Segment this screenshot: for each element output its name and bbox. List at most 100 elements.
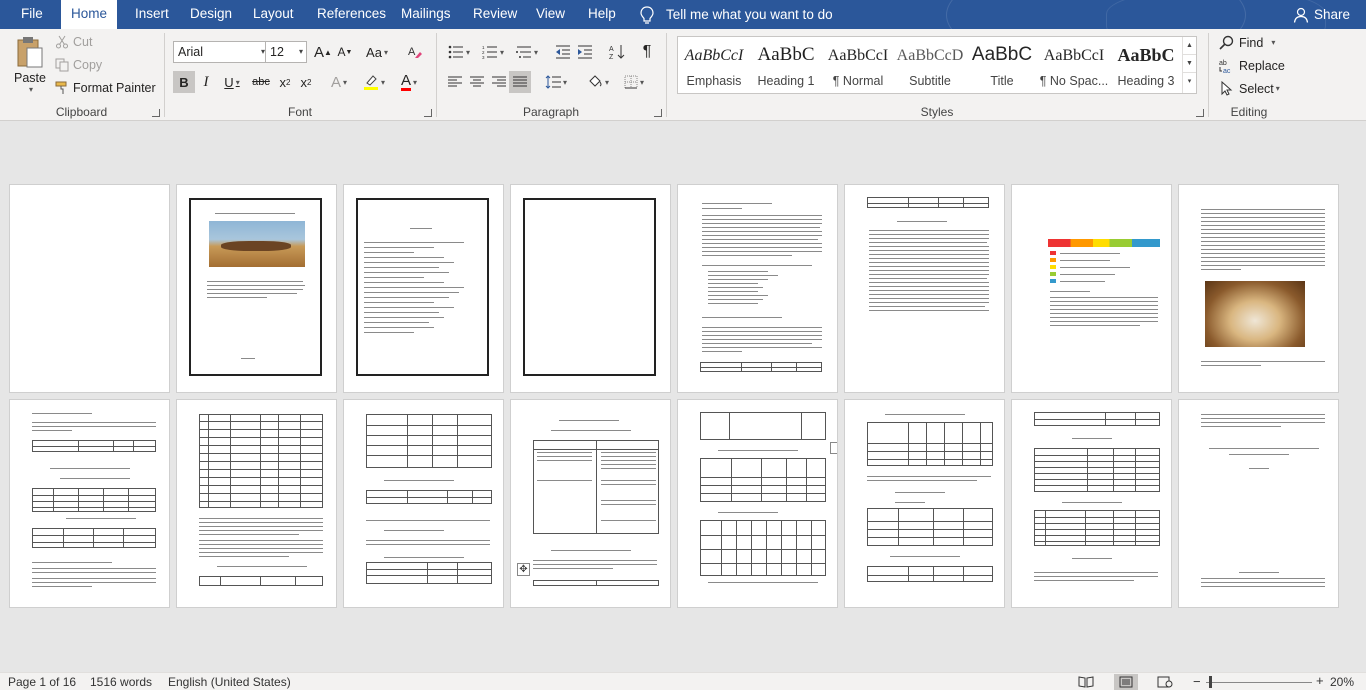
find-button[interactable]: Find ▾ — [1219, 35, 1275, 50]
page-count[interactable]: Page 1 of 16 — [8, 675, 76, 689]
tab-layout[interactable]: Layout — [251, 0, 296, 29]
page-thumbnail[interactable] — [177, 400, 336, 607]
tab-help[interactable]: Help — [586, 0, 618, 29]
zoom-out-button[interactable]: − — [1193, 674, 1201, 689]
style-no-spacing[interactable]: AaBbCcI ¶ No Spac... — [1038, 37, 1110, 93]
grow-font-icon: A — [314, 43, 325, 61]
justify-button[interactable] — [509, 71, 531, 93]
tab-home[interactable]: Home — [61, 0, 117, 29]
paste-button[interactable]: Paste ▾ — [12, 35, 48, 99]
strikethrough-button[interactable]: abc — [249, 71, 273, 93]
line-spacing-button[interactable]: ▾ — [541, 71, 571, 93]
page-thumbnail[interactable] — [845, 185, 1004, 392]
print-layout-button[interactable] — [1114, 674, 1138, 690]
text-effects-button[interactable]: A ▾ — [325, 71, 353, 93]
tab-references[interactable]: References — [315, 0, 388, 29]
status-bar: Page 1 of 16 1516 words English (United … — [0, 672, 1366, 690]
tab-insert[interactable]: Insert — [133, 0, 171, 29]
increase-indent-button[interactable] — [575, 41, 595, 63]
subscript-button[interactable]: x2 — [275, 71, 295, 93]
show-formatting-marks-button[interactable]: ¶ — [637, 41, 657, 63]
styles-dialog-launcher[interactable] — [1196, 109, 1204, 117]
text-line — [890, 556, 960, 557]
font-name-combo[interactable]: Arial ▾ — [173, 41, 269, 63]
page-thumbnail[interactable] — [1012, 185, 1171, 392]
bold-button[interactable]: B — [173, 71, 195, 93]
page-thumbnail[interactable] — [177, 185, 336, 392]
cut-button[interactable]: Cut — [55, 35, 92, 49]
superscript-button[interactable]: x2 — [296, 71, 316, 93]
numbering-button[interactable]: 1 2 3 ▾ — [479, 41, 507, 63]
styles-more-button[interactable]: ▾ — [1183, 73, 1196, 91]
paragraph-dialog-launcher[interactable] — [654, 109, 662, 117]
zoom-slider[interactable] — [1206, 682, 1312, 683]
document-area[interactable]: ✥ — [0, 122, 1366, 672]
decrease-indent-button[interactable] — [553, 41, 573, 63]
change-case-button[interactable]: Aa ▾ — [363, 41, 391, 63]
page-thumbnail[interactable] — [511, 185, 670, 392]
page-thumbnail[interactable] — [344, 400, 503, 607]
clipboard-dialog-launcher[interactable] — [152, 109, 160, 117]
highlight-button[interactable]: ▾ — [360, 71, 388, 93]
shading-button[interactable]: ▾ — [583, 71, 613, 93]
align-left-button[interactable] — [445, 71, 465, 93]
table-move-handle[interactable]: ✥ — [517, 563, 530, 576]
page-thumbnail[interactable]: ✥ — [511, 400, 670, 607]
italic-button[interactable]: I — [195, 71, 217, 93]
font-size-combo[interactable]: 12 ▾ — [265, 41, 307, 63]
page-thumbnail[interactable] — [344, 185, 503, 392]
bullets-button[interactable]: ▾ — [445, 41, 473, 63]
style-heading-3[interactable]: AaBbC Heading 3 — [1110, 37, 1182, 93]
style-subtitle[interactable]: AaBbCcD Subtitle — [894, 37, 966, 93]
page-thumbnail[interactable] — [10, 400, 169, 607]
web-layout-button[interactable] — [1153, 674, 1177, 690]
grow-font-button[interactable]: A ▲ — [313, 41, 333, 63]
page-thumbnail[interactable] — [10, 185, 169, 392]
replace-button[interactable]: ab ac Replace — [1219, 58, 1285, 74]
style-title[interactable]: AaBbC Title — [966, 37, 1038, 93]
table — [700, 520, 826, 576]
word-count[interactable]: 1516 words — [90, 675, 152, 689]
style-emphasis[interactable]: AaBbCcI Emphasis — [678, 37, 750, 93]
tab-review[interactable]: Review — [471, 0, 519, 29]
tell-me-search[interactable]: Tell me what you want to do — [640, 0, 833, 29]
page-thumbnail[interactable] — [845, 400, 1004, 607]
shrink-font-button[interactable]: A ▼ — [335, 41, 355, 63]
page-thumbnail[interactable] — [1179, 185, 1338, 392]
text-line — [537, 452, 592, 453]
style-preview: AaBbCcD — [896, 47, 964, 64]
select-button[interactable]: Select ▾ — [1219, 81, 1280, 96]
styles-scroll-up[interactable]: ▲ — [1183, 37, 1196, 55]
borders-button[interactable]: ▾ — [619, 71, 649, 93]
align-center-button[interactable] — [467, 71, 487, 93]
format-painter-button[interactable]: Format Painter — [55, 81, 156, 95]
page-thumbnail[interactable] — [678, 185, 837, 392]
font-dialog-launcher[interactable] — [424, 109, 432, 117]
page-thumbnail[interactable] — [1179, 400, 1338, 607]
zoom-level[interactable]: 20% — [1330, 675, 1354, 689]
copy-icon — [55, 58, 69, 72]
table-resize-handle[interactable] — [830, 442, 837, 454]
language-indicator[interactable]: English (United States) — [168, 675, 291, 689]
tab-view[interactable]: View — [534, 0, 567, 29]
text-line — [537, 460, 592, 461]
tab-design[interactable]: Design — [188, 0, 234, 29]
page-thumbnail[interactable] — [678, 400, 837, 607]
read-mode-button[interactable] — [1074, 674, 1098, 690]
clear-formatting-button[interactable]: A — [405, 41, 425, 63]
copy-button[interactable]: Copy — [55, 58, 102, 72]
underline-button[interactable]: U ▾ — [218, 71, 246, 93]
tab-file[interactable]: File — [19, 0, 45, 29]
align-right-button[interactable] — [489, 71, 509, 93]
page-thumbnail[interactable] — [1012, 400, 1171, 607]
zoom-slider-thumb[interactable] — [1209, 676, 1212, 688]
zoom-in-button[interactable]: + — [1316, 673, 1324, 688]
style-normal[interactable]: AaBbCcI ¶ Normal — [822, 37, 894, 93]
styles-scroll-down[interactable]: ▼ — [1183, 55, 1196, 73]
multilevel-list-button[interactable]: ▾ — [513, 41, 541, 63]
font-color-button[interactable]: A ▾ — [395, 71, 423, 93]
sort-button[interactable]: AZ — [607, 41, 627, 63]
style-heading-1[interactable]: AaBbC Heading 1 — [750, 37, 822, 93]
share-button[interactable]: Share — [1293, 0, 1350, 29]
tab-mailings[interactable]: Mailings — [399, 0, 453, 29]
